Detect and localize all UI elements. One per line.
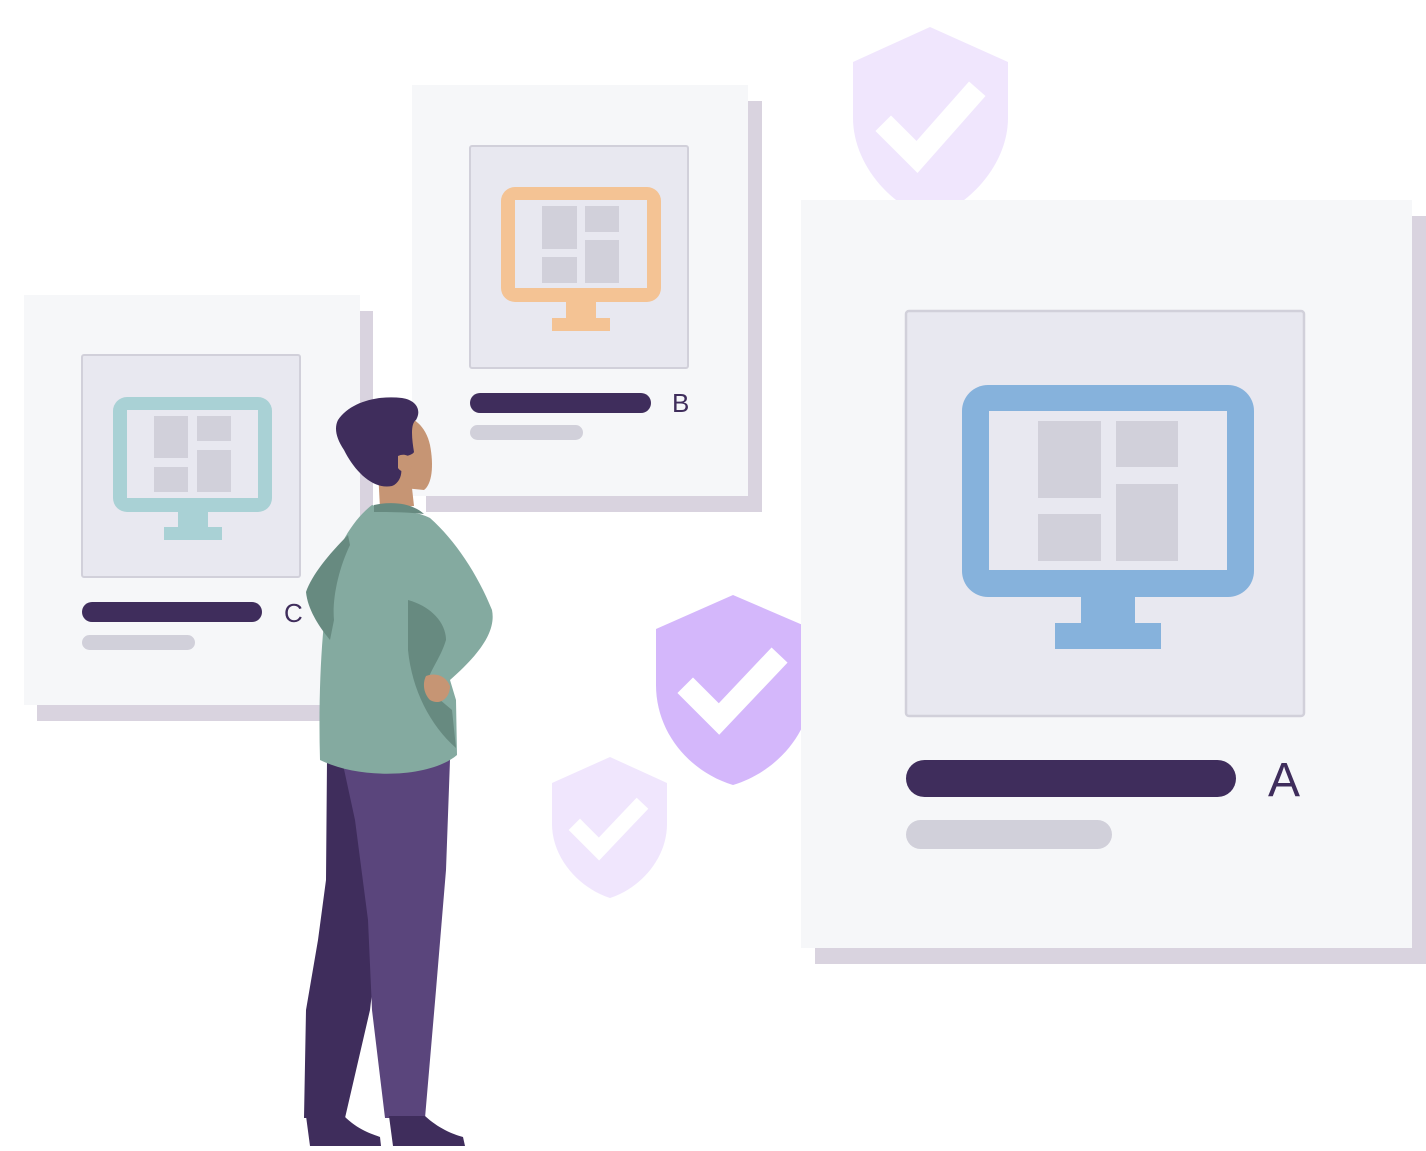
card-c: C <box>24 295 373 721</box>
card-b: B <box>412 85 762 512</box>
shield-check-icon <box>853 27 1008 218</box>
shield-check-icon <box>552 757 667 898</box>
illustration-canvas: C B A <box>24 27 1426 1146</box>
card-a: A <box>801 200 1426 964</box>
card-b-label: B <box>672 388 689 418</box>
title-bar <box>906 760 1236 797</box>
title-bar <box>82 602 262 622</box>
subtitle-bar <box>470 425 583 440</box>
subtitle-bar <box>82 635 195 650</box>
card-c-label: C <box>284 598 303 628</box>
shield-check-icon <box>656 595 801 785</box>
subtitle-bar <box>906 820 1112 849</box>
card-a-label: A <box>1268 754 1300 807</box>
title-bar <box>470 393 651 413</box>
